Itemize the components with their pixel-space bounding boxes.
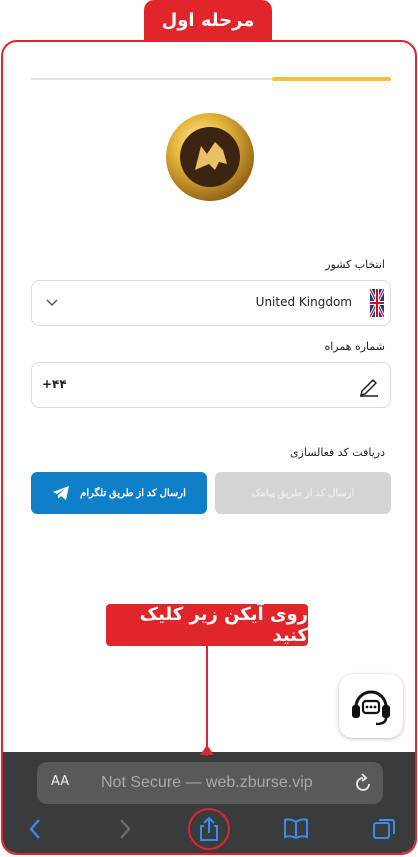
send-sms-code-label: ارسال کد از طریق پیامک (251, 487, 355, 499)
reader-aa-button[interactable]: AA (51, 774, 69, 789)
phone-frame: انتخاب کشور United Kingdom شماره همراه +… (1, 40, 417, 855)
country-value: United Kingdom (255, 295, 352, 309)
pencil-icon[interactable] (358, 375, 380, 397)
telegram-icon (53, 486, 70, 500)
callout-arrow (200, 745, 214, 755)
reload-icon[interactable] (353, 772, 373, 794)
country-select[interactable]: United Kingdom (31, 280, 391, 326)
progress-fill (272, 77, 391, 81)
chevron-down-icon (46, 299, 58, 306)
progress-bar (31, 77, 391, 81)
send-telegram-code-button[interactable]: ارسال کد از طریق تلگرام (31, 472, 207, 514)
activation-label: دریافت کد فعالسازی (289, 446, 385, 459)
callout-pointer-line (206, 646, 208, 756)
phone-prefix: +۴۴ (42, 377, 67, 391)
send-sms-code-button[interactable]: ارسال کد از طریق پیامک (215, 472, 391, 514)
instruction-callout: روی آیکن زیر کلیک کنید (106, 604, 308, 646)
phone-label: شماره همراه (324, 340, 385, 353)
url-text: Not Secure — web.zburse.vip (101, 774, 313, 791)
send-telegram-code-label: ارسال کد از طریق تلگرام (80, 487, 186, 499)
browser-toolbar: AA Not Secure — web.zburse.vip (3, 752, 415, 853)
tabs-icon[interactable] (371, 816, 397, 842)
country-label: انتخاب کشور (325, 258, 385, 271)
wolf-coin-logo (166, 113, 254, 201)
bookmarks-icon[interactable] (283, 816, 309, 842)
address-bar[interactable]: AA Not Secure — web.zburse.vip (37, 762, 383, 804)
share-highlight (188, 808, 230, 850)
support-chat-button[interactable] (339, 674, 403, 738)
support-headset-icon (352, 690, 390, 726)
uk-flag-icon (370, 289, 384, 317)
phone-input[interactable]: +۴۴ (31, 362, 391, 408)
forward-icon[interactable] (111, 816, 137, 842)
stage-tab: مرحله اول (144, 0, 272, 40)
back-icon[interactable] (23, 816, 49, 842)
